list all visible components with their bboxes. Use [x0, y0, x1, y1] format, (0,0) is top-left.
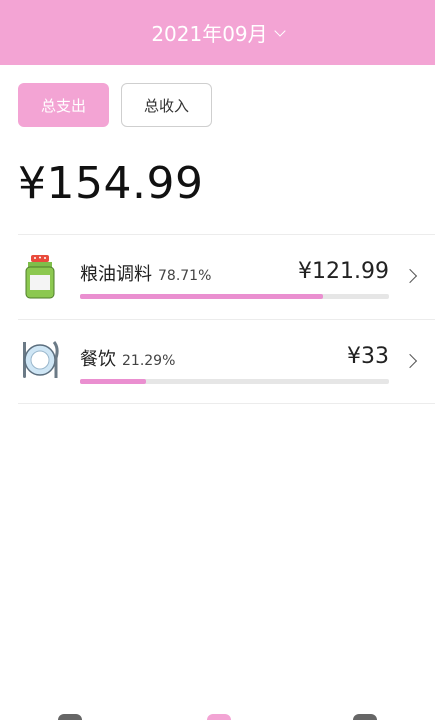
category-label: 粮油调料: [80, 264, 152, 285]
top-header: 2021年09月: [0, 0, 435, 65]
seasoning-jar-icon: [18, 253, 62, 301]
month-picker[interactable]: 2021年09月: [151, 18, 286, 47]
tabbar-icon[interactable]: [58, 714, 82, 720]
progress-track: [80, 379, 389, 384]
progress-fill: [80, 379, 146, 384]
category-name: 粮油调料 78.71%: [80, 260, 211, 286]
tabbar-icon[interactable]: [353, 714, 377, 720]
plate-cutlery-icon: [18, 338, 62, 386]
tab-total-income[interactable]: 总收入: [121, 83, 212, 127]
category-percent: 78.71%: [158, 268, 212, 284]
progress-fill: [80, 294, 324, 299]
chevron-down-icon: [274, 24, 286, 37]
tabbar-icon[interactable]: [207, 714, 231, 720]
month-label: 2021年09月: [151, 22, 268, 46]
category-row-dining[interactable]: 餐饮 21.29% ¥33: [18, 320, 435, 404]
total-amount: ¥154.99: [18, 158, 204, 209]
progress-track: [80, 294, 389, 299]
bottom-tabbar: [0, 714, 435, 720]
chevron-right-icon: [402, 353, 418, 369]
category-percent: 21.29%: [122, 353, 176, 369]
divider: [18, 403, 435, 404]
tab-total-expense[interactable]: 总支出: [18, 83, 109, 127]
chevron-right-icon: [402, 268, 418, 284]
category-name: 餐饮 21.29%: [80, 345, 175, 371]
type-tabs: 总支出 总收入: [18, 83, 212, 127]
category-row-seasoning[interactable]: 粮油调料 78.71% ¥121.99: [18, 235, 435, 319]
category-label: 餐饮: [80, 349, 116, 370]
category-amount: ¥33: [347, 344, 389, 369]
category-amount: ¥121.99: [298, 259, 389, 284]
